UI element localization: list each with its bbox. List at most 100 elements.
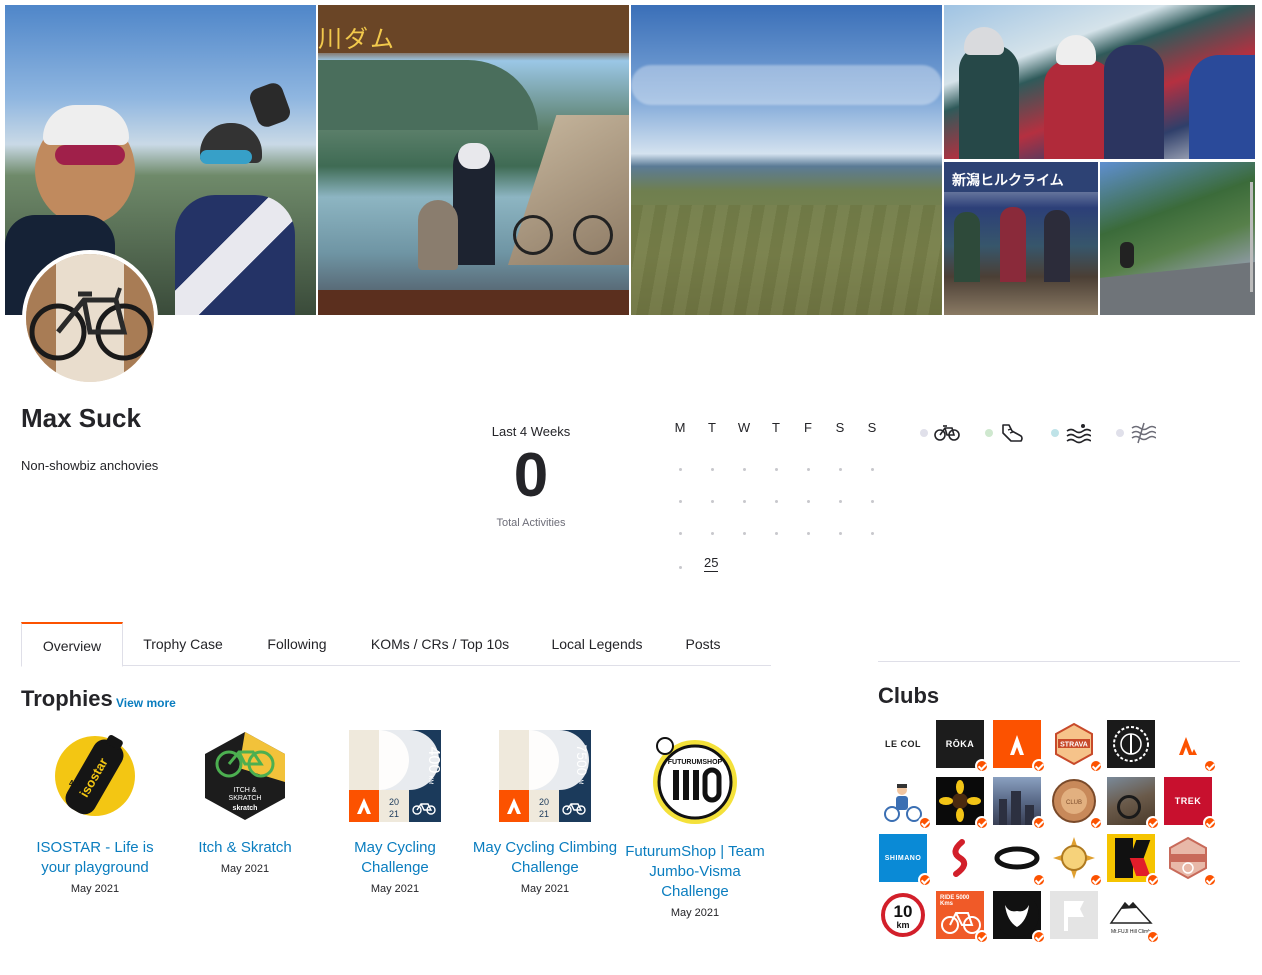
trophy-item[interactable]: 400 KM 20 21 May Cycling Challenge May 2… <box>320 730 470 895</box>
ride-5000km-club[interactable]: RIDE 5000 Kms <box>936 891 989 944</box>
specialized-club[interactable] <box>936 834 984 882</box>
svg-text:M: M <box>577 780 583 785</box>
bull-club[interactable] <box>993 891 1046 944</box>
verified-check-icon <box>918 873 932 887</box>
athlete-avatar[interactable] <box>22 250 158 386</box>
cover-photo-gallery[interactable]: 川ダム 新潟ヒルクライム <box>5 5 1255 315</box>
svg-text:400: 400 <box>425 747 441 774</box>
club-logo-text: RŌKA <box>945 739 975 749</box>
calendar-day-dot <box>871 468 874 471</box>
calendar-day-dot <box>679 468 682 471</box>
calendar-day-dot <box>711 532 714 535</box>
swim-icon <box>1066 424 1091 444</box>
calendar-day-dot <box>839 500 842 503</box>
cover-photo-dam-rider[interactable]: 川ダム <box>318 5 629 315</box>
trophy-item[interactable]: FUTURUMSHOP FuturumShop | Team Jumbo-Vis… <box>620 730 770 919</box>
sunflower-club[interactable] <box>936 777 989 830</box>
athlete-bio: Non-showbiz anchovies <box>21 458 159 473</box>
verified-check-icon <box>1203 759 1217 773</box>
trophy-item[interactable]: ITCH & SKRATCH skratch Itch & Skratch Ma… <box>170 730 320 875</box>
tab-local-legends[interactable]: Local Legends <box>540 622 654 666</box>
sport-dot <box>985 429 993 437</box>
calendar-day-header: T <box>772 420 780 435</box>
circle-badge-club[interactable]: CLUB <box>1050 777 1103 830</box>
svg-text:20: 20 <box>389 797 399 807</box>
itch-skratch-badge-icon: ITCH & SKRATCH skratch <box>199 730 291 822</box>
profile-tabs: Overview Trophy Case Following KOMs / CR… <box>21 622 771 667</box>
tab-koms-crs-top10s[interactable]: KOMs / CRs / Top 10s <box>361 622 519 666</box>
trophy-item[interactable]: isostar 4HR ISOSTAR - Life is your playg… <box>20 730 170 895</box>
bicycle-photo-icon <box>26 254 154 382</box>
svg-text:FUTURUMSHOP: FUTURUMSHOP <box>668 759 723 766</box>
trophy-item[interactable]: 7500 M 20 21 May Cycling Climbing Challe… <box>470 730 620 895</box>
city-photo-club[interactable] <box>993 777 1046 830</box>
verified-check-icon <box>1203 816 1217 830</box>
trophy-name[interactable]: May Cycling Climbing Challenge <box>470 838 620 878</box>
calendar-day-dot <box>871 532 874 535</box>
cover-photo-podium[interactable]: 新潟ヒルクライム <box>944 162 1098 315</box>
tab-posts[interactable]: Posts <box>676 622 730 666</box>
stats-period-label: Last 4 Weeks <box>491 424 571 439</box>
sport-run[interactable] <box>985 422 1033 444</box>
svg-text:ITCH &: ITCH & <box>234 787 257 794</box>
total-activities-count: 0 <box>513 441 549 510</box>
trophies-heading: Trophies <box>21 686 113 711</box>
strava-logo-club[interactable] <box>1164 720 1217 773</box>
mtb-photo-club[interactable] <box>1107 777 1160 830</box>
calendar-day-dot <box>679 532 682 535</box>
calendar-day-dot <box>711 468 714 471</box>
trophy-name[interactable]: FuturumShop | Team Jumbo-Visma Challenge <box>620 842 770 902</box>
trophy-name[interactable]: Itch & Skratch <box>170 838 320 858</box>
cover-photo-group-riders[interactable] <box>944 5 1255 159</box>
verified-check-icon <box>1032 816 1046 830</box>
k-club[interactable] <box>1107 834 1160 887</box>
mt-fuji-club[interactable]: Mt.FUJI Hill Climb <box>1107 891 1160 944</box>
flag-club[interactable] <box>1050 891 1098 939</box>
calendar-today-date[interactable]: 25 <box>704 555 719 572</box>
calendar-day-dot <box>775 468 778 471</box>
10km-club[interactable]: 10 km <box>879 891 927 939</box>
trophy-name[interactable]: May Cycling Challenge <box>320 838 470 878</box>
svg-text:skratch: skratch <box>233 805 258 812</box>
clubs-divider <box>878 661 1240 662</box>
svg-text:Mt.FUJI Hill Climb: Mt.FUJI Hill Climb <box>1111 929 1151 935</box>
svg-text:10: 10 <box>894 902 913 921</box>
calendar-day-dot <box>839 532 842 535</box>
oakley-club[interactable] <box>993 834 1046 887</box>
tab-overview[interactable]: Overview <box>21 622 123 667</box>
verified-check-icon <box>1146 873 1160 887</box>
trophy-date: May 2021 <box>220 863 270 875</box>
shimano-club[interactable]: SHIMANO <box>879 834 932 887</box>
trophy-name[interactable]: ISOSTAR - Life is your playground <box>20 838 170 878</box>
cover-photo-landscape[interactable] <box>631 5 942 315</box>
sport-other[interactable] <box>1116 422 1164 444</box>
sun-badge-club[interactable] <box>1050 834 1103 887</box>
svg-text:SKRATCH: SKRATCH <box>229 795 262 802</box>
verified-check-icon <box>1146 930 1160 944</box>
calendar-day-dot <box>775 500 778 503</box>
strava-gear-club[interactable] <box>1107 720 1155 768</box>
verified-check-icon <box>1032 930 1046 944</box>
isostar-bottle-icon: isostar 4HR <box>49 730 141 822</box>
calendar-day-dot <box>743 532 746 535</box>
calendar-day-dot <box>679 566 682 569</box>
saitama-badge-club[interactable] <box>1164 834 1217 887</box>
sport-ride[interactable] <box>920 422 968 444</box>
strava-badge-club[interactable]: STRAVA <box>1050 720 1103 773</box>
tab-following[interactable]: Following <box>255 622 339 666</box>
roka-club[interactable]: RŌKA <box>936 720 989 773</box>
verified-check-icon <box>1089 759 1103 773</box>
sport-swim[interactable] <box>1051 422 1099 444</box>
le-col-club[interactable]: LE COL <box>879 720 927 768</box>
strava-club[interactable] <box>993 720 1046 773</box>
cyclist-illustration-club[interactable] <box>879 777 932 830</box>
trophies-view-more-link[interactable]: View more <box>116 696 176 710</box>
tab-trophy-case[interactable]: Trophy Case <box>133 622 233 666</box>
trek-club[interactable]: TREK <box>1164 777 1217 830</box>
calendar-day-dot <box>839 468 842 471</box>
cycling-challenge-badge-icon: 400 KM 20 21 <box>349 730 442 822</box>
cover-photo-mountain-road[interactable] <box>1100 162 1255 315</box>
svg-text:21: 21 <box>389 809 399 819</box>
strava-gear-club-logo <box>1107 720 1155 768</box>
calendar-day-header: T <box>708 420 716 435</box>
